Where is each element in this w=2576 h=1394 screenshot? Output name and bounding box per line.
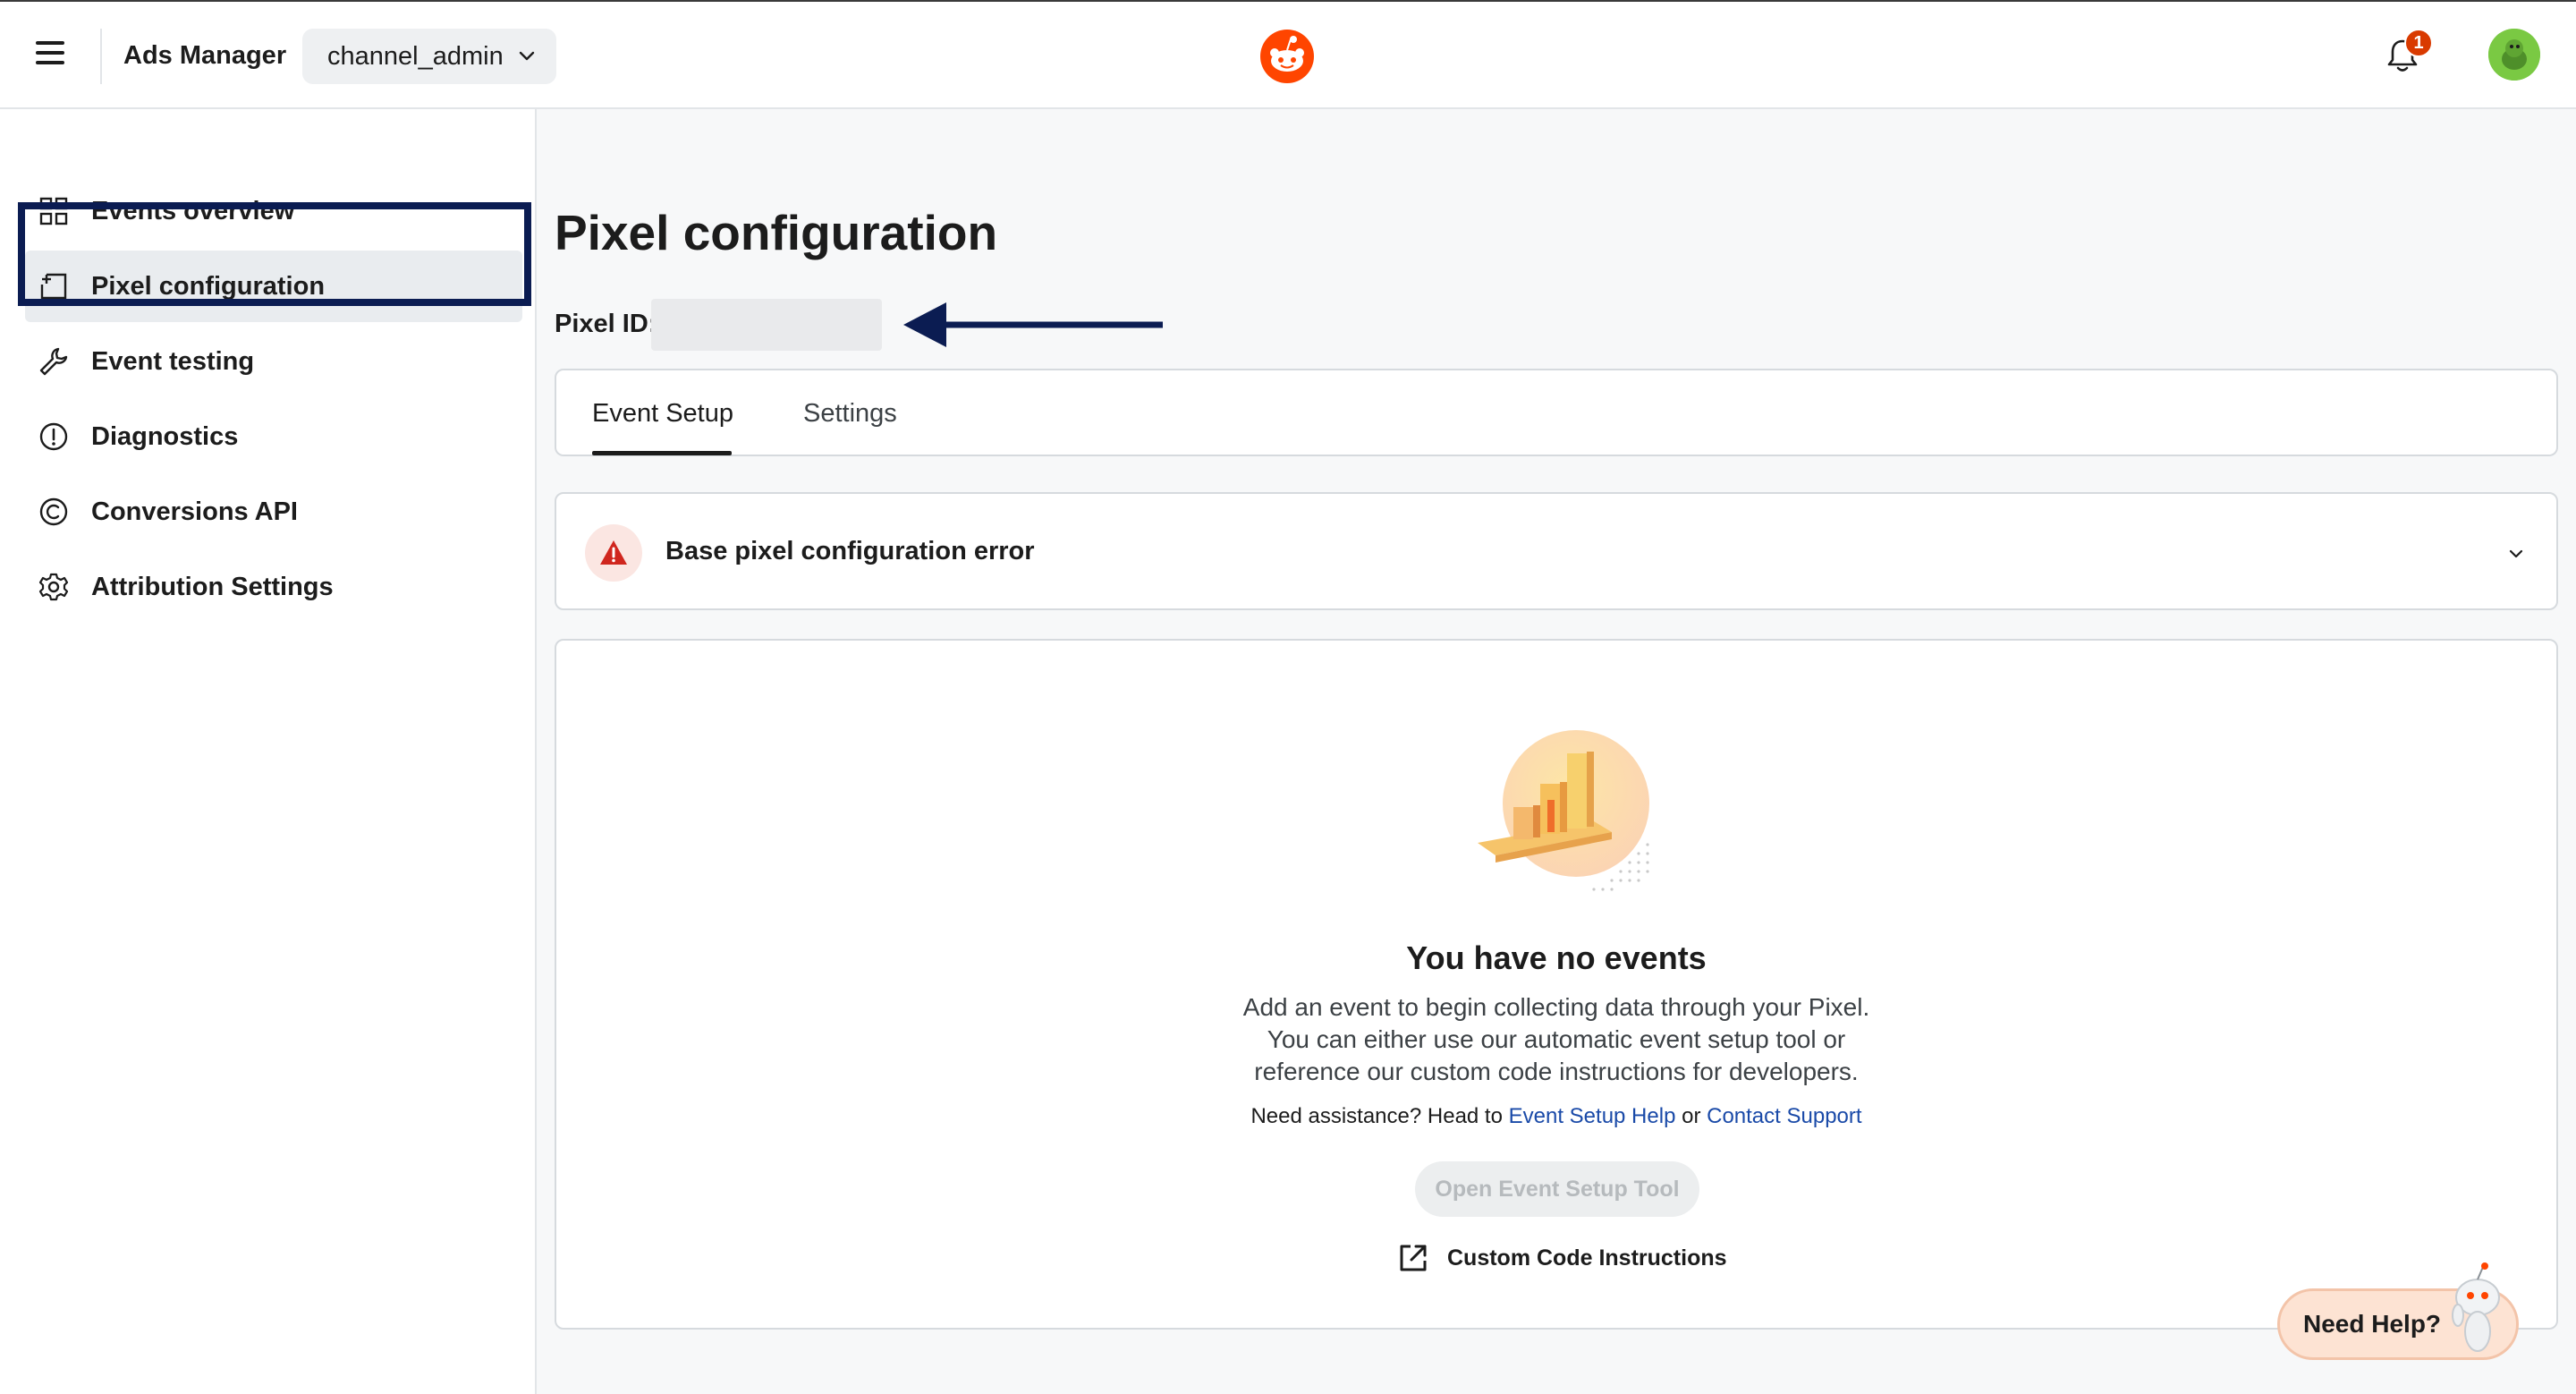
pixel-id-value <box>651 299 882 351</box>
page-title: Pixel configuration <box>555 205 998 260</box>
error-accordion[interactable]: Base pixel configuration error <box>555 492 2558 610</box>
notification-badge: 1 <box>2404 29 2433 57</box>
sidebar-item-label: Diagnostics <box>91 421 239 451</box>
chevron-down-icon <box>519 51 535 61</box>
snoo-mascot-icon <box>2452 1262 2500 1352</box>
account-name: channel_admin <box>327 41 504 71</box>
highlight-annotation-box <box>18 202 531 306</box>
sidebar-item-label: Event testing <box>91 346 255 376</box>
wrench-icon <box>38 345 70 378</box>
custom-code-instructions-link[interactable]: Custom Code Instructions <box>1397 1238 1727 1278</box>
empty-chart-illustration-icon <box>1478 730 1649 891</box>
sidebar-item-conversions-api[interactable]: Conversions API <box>25 476 522 548</box>
empty-state-description-line3: reference our custom code instructions f… <box>1254 1058 1859 1085</box>
tab-event-setup[interactable]: Event Setup <box>592 399 733 429</box>
open-event-setup-tool-button[interactable]: Open Event Setup Tool <box>1415 1161 1699 1217</box>
custom-code-label: Custom Code Instructions <box>1447 1245 1727 1271</box>
event-setup-help-link[interactable]: Event Setup Help <box>1509 1104 1676 1128</box>
empty-state-card: You have no events Add an event to begin… <box>555 639 2558 1330</box>
reddit-logo-icon[interactable] <box>1259 29 1315 84</box>
empty-state-description-line2: You can either use our automatic event s… <box>1267 1025 1846 1053</box>
assist-prefix: Need assistance? Head to <box>1250 1104 1509 1128</box>
menu-icon[interactable] <box>36 41 64 68</box>
tabs-bar: Event Setup Settings <box>555 369 2558 456</box>
avatar-snoo-icon <box>2488 29 2540 81</box>
gear-icon <box>38 571 70 603</box>
empty-state-description-line1: Add an event to begin collecting data th… <box>1242 993 1870 1021</box>
pixel-id-label: Pixel ID: <box>555 310 657 338</box>
sidebar-item-label: Attribution Settings <box>91 572 334 601</box>
contact-support-link[interactable]: Contact Support <box>1707 1104 1861 1128</box>
empty-state-title: You have no events <box>1406 939 1707 976</box>
tab-selected-indicator <box>592 451 732 455</box>
assist-mid: or <box>1675 1104 1707 1128</box>
sidebar-item-label: Conversions API <box>91 497 298 526</box>
sidebar-item-diagnostics[interactable]: Diagnostics <box>25 401 522 472</box>
warning-icon <box>585 524 642 582</box>
account-selector[interactable]: channel_admin <box>302 29 556 84</box>
chevron-down-icon[interactable] <box>2506 544 2526 564</box>
app-title: Ads Manager <box>123 41 287 70</box>
tab-settings[interactable]: Settings <box>803 399 897 429</box>
arrow-left-annotation-icon <box>903 302 1163 347</box>
sidebar-item-event-testing[interactable]: Event testing <box>25 326 522 397</box>
need-help-label: Need Help? <box>2303 1310 2442 1338</box>
avatar[interactable] <box>2488 29 2540 81</box>
error-title: Base pixel configuration error <box>665 537 1035 565</box>
header-divider <box>100 29 102 84</box>
sidebar-item-attribution-settings[interactable]: Attribution Settings <box>25 551 522 623</box>
alert-circle-icon <box>38 421 70 453</box>
external-link-icon <box>1400 1245 1427 1271</box>
copyright-circle-icon <box>38 496 70 528</box>
top-header: Ads Manager channel_admin 1 <box>0 0 2576 109</box>
assistance-text: Need assistance? Head to Event Setup Hel… <box>556 1104 2556 1129</box>
